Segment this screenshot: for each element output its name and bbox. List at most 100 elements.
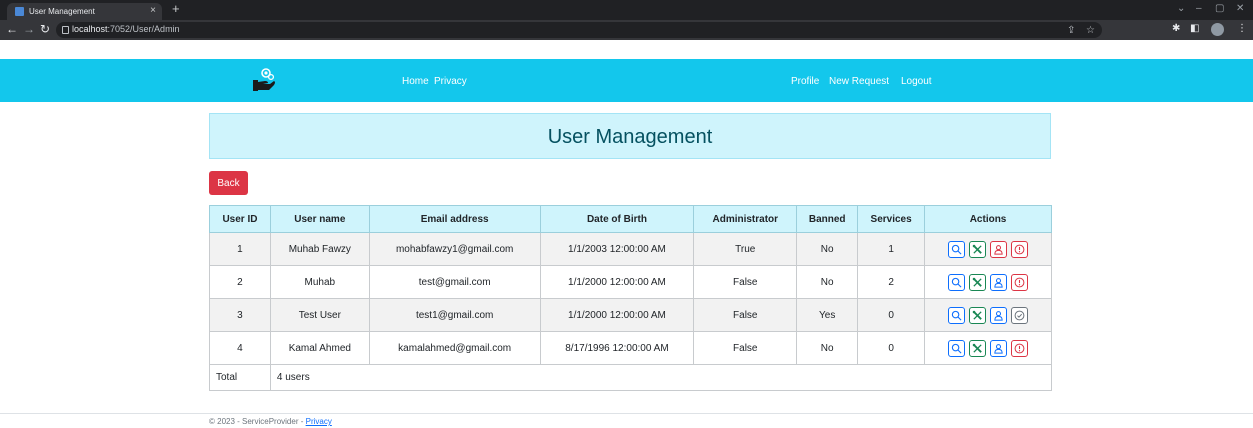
action-buttons xyxy=(925,339,1051,357)
cell-email: kamalahmed@gmail.com xyxy=(368,331,541,365)
tab-title: User Management xyxy=(29,7,95,16)
cell-services: 1 xyxy=(857,232,926,266)
cell-services: 0 xyxy=(857,298,926,332)
url-field[interactable]: localhost:7052/User/Admin ⇪ ☆ xyxy=(56,22,1102,38)
cell-administrator: False xyxy=(693,298,798,332)
table-row: 1 Muhab Fawzy mohabfawzy1@gmail.com 1/1/200… xyxy=(209,232,1052,266)
col-header-actions: Actions xyxy=(924,205,1052,233)
browser-tab[interactable]: User Management × xyxy=(7,3,162,20)
footer-privacy-link[interactable]: Privacy xyxy=(306,417,332,426)
cell-user-id: 3 xyxy=(209,298,271,332)
tools-icon[interactable] xyxy=(969,306,987,324)
extensions-icon[interactable]: ✱ xyxy=(1172,23,1180,34)
table-row: 2 Muhab test@gmail.com 1/1/2000 12:00:00 AM… xyxy=(209,265,1052,299)
total-row: Total 4 users xyxy=(209,364,1053,391)
cell-administrator: True xyxy=(693,232,798,266)
footer-text: © 2023 - ServiceProvider - xyxy=(209,417,306,426)
cell-email: test1@gmail.com xyxy=(368,298,541,332)
restore-icon[interactable]: ▢ xyxy=(1215,3,1224,14)
cell-user-name: Test User xyxy=(269,298,370,332)
users-table: User ID User name Email address Date of … xyxy=(209,205,1053,391)
cell-banned: No xyxy=(796,331,859,365)
share-icon[interactable]: ⇪ xyxy=(1067,25,1075,36)
site-navbar: Home Privacy Profile New Request Logout xyxy=(0,59,1253,102)
nav-home-link[interactable]: Home xyxy=(402,76,429,87)
tab-search-icon[interactable]: ⌄ xyxy=(1177,3,1185,14)
new-tab-icon[interactable]: + xyxy=(172,1,180,16)
ban-icon[interactable] xyxy=(1011,273,1029,291)
cell-administrator: False xyxy=(693,265,798,299)
bookmark-star-icon[interactable]: ☆ xyxy=(1086,25,1095,36)
tools-icon[interactable] xyxy=(969,339,987,357)
cell-banned: Yes xyxy=(796,298,859,332)
col-header-user-id: User ID xyxy=(209,205,271,233)
tools-icon[interactable] xyxy=(969,273,987,291)
cell-email: mohabfawzy1@gmail.com xyxy=(368,232,541,266)
side-panel-icon[interactable]: ◧ xyxy=(1190,23,1199,34)
cell-user-name: Kamal Ahmed xyxy=(269,331,370,365)
page-favicon-icon xyxy=(15,7,24,16)
cell-user-id: 1 xyxy=(209,232,271,266)
table-row: 4 Kamal Ahmed kamalahmed@gmail.com 8/17/199… xyxy=(209,331,1052,365)
total-label: Total xyxy=(209,364,271,391)
nav-profile-link[interactable]: Profile xyxy=(791,76,819,87)
page-title: User Management xyxy=(547,126,713,148)
table-header-row: User ID User name Email address Date of … xyxy=(209,205,1052,233)
cell-actions xyxy=(924,331,1052,365)
tools-icon[interactable] xyxy=(969,240,987,258)
footer-divider xyxy=(0,413,1253,414)
user-icon[interactable] xyxy=(990,306,1008,324)
cell-user-name: Muhab Fawzy xyxy=(269,232,370,266)
user-icon[interactable] xyxy=(990,240,1008,258)
cell-banned: No xyxy=(796,265,859,299)
lock-icon xyxy=(62,26,69,34)
nav-privacy-link[interactable]: Privacy xyxy=(434,76,467,87)
action-buttons xyxy=(925,240,1051,258)
tab-close-icon[interactable]: × xyxy=(150,5,156,16)
cell-dob: 1/1/2000 12:00:00 AM xyxy=(539,265,695,299)
col-header-dob: Date of Birth xyxy=(539,205,695,233)
col-header-email: Email address xyxy=(368,205,541,233)
search-icon[interactable] xyxy=(948,240,966,258)
back-arrow-icon[interactable]: ← xyxy=(6,22,18,36)
cell-actions xyxy=(924,265,1052,299)
user-icon[interactable] xyxy=(990,273,1008,291)
url-text: localhost:7052/User/Admin xyxy=(72,24,180,34)
brand-logo-icon[interactable] xyxy=(252,67,276,93)
cell-email: test@gmail.com xyxy=(368,265,541,299)
address-bar: ← → ↻ localhost:7052/User/Admin ⇪ ☆ ✱ ◧ … xyxy=(0,20,1253,40)
back-button[interactable]: Back xyxy=(209,171,248,195)
search-icon[interactable] xyxy=(948,339,966,357)
forward-arrow-icon[interactable]: → xyxy=(23,22,35,36)
table-row: 3 Test User test1@gmail.com 1/1/2000 12:00:… xyxy=(209,298,1052,332)
unban-check-icon[interactable] xyxy=(1011,306,1029,324)
menu-kebab-icon[interactable]: ⋮ xyxy=(1237,23,1247,34)
nav-new-request-link[interactable]: New Request xyxy=(829,76,889,87)
window-close-icon[interactable]: ✕ xyxy=(1236,3,1244,14)
search-icon[interactable] xyxy=(948,306,966,324)
ban-icon[interactable] xyxy=(1011,240,1029,258)
col-header-administrator: Administrator xyxy=(693,205,798,233)
nav-logout-link[interactable]: Logout xyxy=(901,76,932,87)
ban-icon[interactable] xyxy=(1011,339,1029,357)
cell-services: 0 xyxy=(857,331,926,365)
footer: © 2023 - ServiceProvider - Privacy xyxy=(209,417,332,426)
cell-dob: 1/1/2000 12:00:00 AM xyxy=(539,298,695,332)
cell-dob: 8/17/1996 12:00:00 AM xyxy=(539,331,695,365)
reload-icon[interactable]: ↻ xyxy=(40,22,50,36)
col-header-banned: Banned xyxy=(796,205,859,233)
cell-dob: 1/1/2003 12:00:00 AM xyxy=(539,232,695,266)
profile-avatar-icon[interactable] xyxy=(1211,23,1224,36)
user-icon[interactable] xyxy=(990,339,1008,357)
search-icon[interactable] xyxy=(948,273,966,291)
minimize-icon[interactable]: – xyxy=(1196,3,1202,14)
action-buttons xyxy=(925,273,1051,291)
col-header-user-name: User name xyxy=(269,205,370,233)
browser-tab-bar: User Management × + ⌄ – ▢ ✕ xyxy=(0,0,1253,20)
col-header-services: Services xyxy=(857,205,926,233)
cell-user-id: 4 xyxy=(209,331,271,365)
cell-user-id: 2 xyxy=(209,265,271,299)
cell-actions xyxy=(924,232,1052,266)
action-buttons xyxy=(925,306,1051,324)
cell-user-name: Muhab xyxy=(269,265,370,299)
